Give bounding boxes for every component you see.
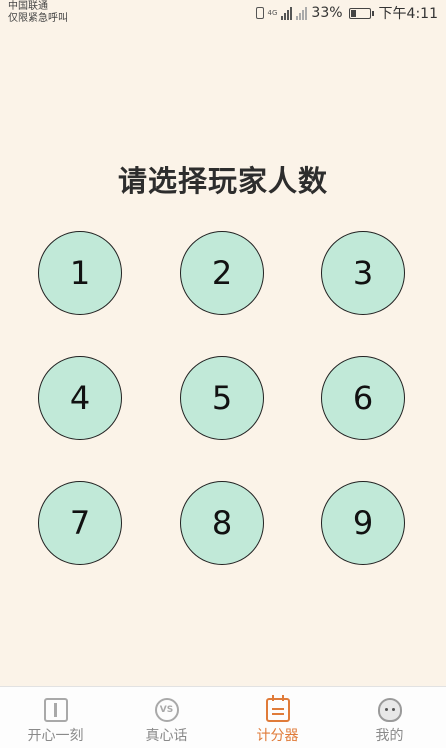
vs-icon: VS bbox=[154, 698, 179, 722]
status-bar: 中国联通 仅限紧急呼叫 4G 33% 下午4:11 bbox=[0, 0, 446, 28]
carrier-name: 中国联通 bbox=[8, 1, 48, 12]
player-count-button-5[interactable]: 5 bbox=[180, 356, 264, 440]
battery-fill bbox=[350, 9, 357, 17]
battery-percent: 33% bbox=[311, 5, 343, 21]
tab-label: 真心话 bbox=[145, 728, 188, 744]
tab-truth[interactable]: VS 真心话 bbox=[111, 687, 222, 748]
battery-icon bbox=[348, 7, 374, 19]
bottom-tab-bar: 开心一刻 VS 真心话 计分器 我的 bbox=[0, 686, 446, 748]
signal-icon bbox=[281, 6, 293, 20]
tab-mine[interactable]: 我的 bbox=[333, 687, 446, 748]
tab-funny-moments[interactable]: 开心一刻 bbox=[0, 687, 111, 748]
clock: 下午4:11 bbox=[378, 6, 438, 22]
tab-label: 计分器 bbox=[256, 728, 299, 744]
tab-label: 开心一刻 bbox=[27, 728, 84, 744]
tab-label: 我的 bbox=[375, 728, 404, 744]
page-title: 请选择玩家人数 bbox=[117, 164, 328, 198]
signal-icon-2 bbox=[296, 6, 308, 20]
status-indicators: 4G 33% 下午4:11 bbox=[255, 4, 438, 22]
player-count-button-1[interactable]: 1 bbox=[38, 231, 122, 315]
vibrate-icon bbox=[255, 7, 264, 19]
book-icon bbox=[43, 698, 68, 722]
button-label: 9 bbox=[352, 504, 374, 542]
player-count-button-6[interactable]: 6 bbox=[321, 356, 405, 440]
player-count-button-3[interactable]: 3 bbox=[321, 231, 405, 315]
button-label: 8 bbox=[211, 504, 233, 542]
network-type-label: 4G bbox=[267, 8, 278, 17]
button-label: 1 bbox=[69, 254, 91, 292]
player-count-button-8[interactable]: 8 bbox=[180, 481, 264, 565]
calendar-icon bbox=[265, 695, 290, 722]
player-count-button-9[interactable]: 9 bbox=[321, 481, 405, 565]
button-label: 4 bbox=[69, 379, 91, 417]
player-count-button-2[interactable]: 2 bbox=[180, 231, 264, 315]
button-label: 5 bbox=[211, 379, 233, 417]
carrier-info: 中国联通 仅限紧急呼叫 bbox=[8, 1, 68, 25]
tab-scoreboard[interactable]: 计分器 bbox=[222, 687, 333, 748]
button-label: 3 bbox=[352, 254, 374, 292]
player-count-button-4[interactable]: 4 bbox=[38, 356, 122, 440]
avatar-icon bbox=[377, 698, 402, 722]
emergency-only-text: 仅限紧急呼叫 bbox=[8, 13, 68, 24]
button-label: 2 bbox=[211, 254, 233, 292]
player-count-button-7[interactable]: 7 bbox=[38, 481, 122, 565]
button-label: 7 bbox=[69, 504, 91, 542]
button-label: 6 bbox=[352, 379, 374, 417]
